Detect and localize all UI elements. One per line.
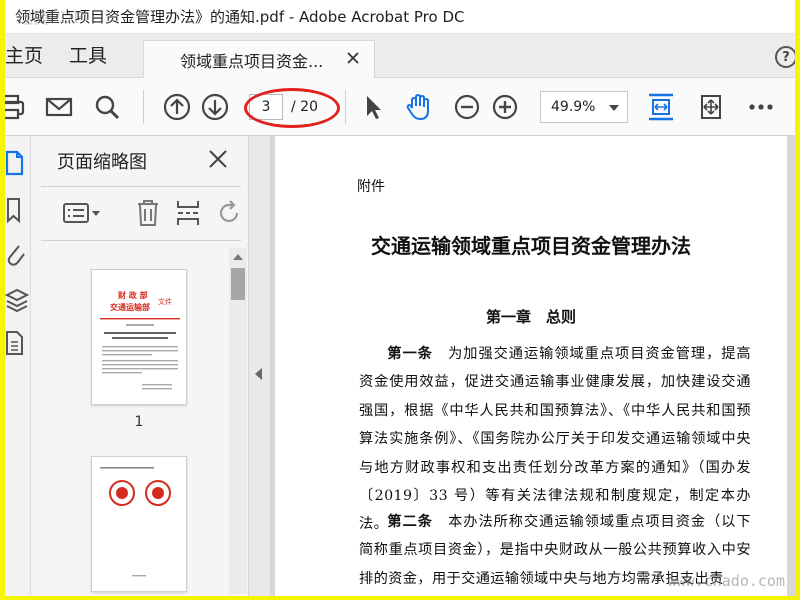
thumb1-header-line2: 交通运输部: [110, 302, 150, 312]
hand-tool-icon[interactable]: [403, 91, 435, 123]
page-thumbnail-2[interactable]: [91, 456, 187, 592]
panel-splitter[interactable]: [249, 136, 271, 596]
close-panel-icon[interactable]: [207, 148, 229, 170]
title-bar: 领域重点项目资金管理办法》的通知.pdf - Adobe Acrobat Pro…: [5, 0, 795, 34]
watermark-bottom: www.cnado.com: [667, 572, 785, 590]
layers-icon[interactable]: [5, 286, 29, 314]
tab-tools[interactable]: 工具: [69, 34, 107, 78]
acrobat-window: 领域重点项目资金管理办法》的通知.pdf - Adobe Acrobat Pro…: [5, 0, 795, 596]
zoom-in-icon[interactable]: [489, 91, 521, 123]
thumb1-header-line1: 财 政 部: [117, 290, 148, 300]
options-menu-icon: [63, 203, 100, 223]
document-properties-icon[interactable]: [5, 330, 29, 358]
search-icon[interactable]: [91, 91, 123, 123]
toolbar: 3 / 20 49.9%: [5, 78, 795, 136]
email-icon[interactable]: [43, 91, 75, 123]
zoom-select[interactable]: 49.9%: [540, 91, 628, 123]
zoom-out-icon[interactable]: [451, 91, 483, 123]
thumbnail-1-preview: 财 政 部 交通运输部 文件: [100, 290, 180, 390]
document-title: 交通运输领域重点项目资金管理办法: [371, 234, 691, 258]
full-screen-icon[interactable]: [695, 91, 727, 123]
thumbnail-scrollbar[interactable]: [229, 248, 247, 594]
tab-document[interactable]: 领域重点项目资金...: [143, 40, 375, 79]
document-tab-title: 领域重点项目资金...: [180, 52, 324, 71]
collapse-panel-icon[interactable]: [255, 368, 262, 380]
previous-page-icon[interactable]: [161, 91, 193, 123]
trash-icon: [138, 200, 158, 226]
document-view[interactable]: 附件 交通运输领域重点项目资金管理办法 第一章 总则 第一条 为加强交通运输领域…: [271, 136, 795, 596]
thumbnail-panel: 页面缩略图 财 政 部 交通运输部 文件 1: [31, 136, 249, 596]
attachment-icon[interactable]: [5, 240, 29, 268]
toolbar-divider: [143, 90, 144, 124]
tab-home[interactable]: 主页: [5, 34, 43, 78]
more-options-icon[interactable]: [745, 91, 777, 123]
left-rail: [5, 136, 31, 596]
delete-page-button[interactable]: [133, 198, 163, 228]
bookmark-icon[interactable]: [5, 196, 29, 224]
article-1-label: 第一条: [387, 346, 433, 362]
page-thumbnail-1[interactable]: 财 政 部 交通运输部 文件: [91, 269, 187, 405]
thumb1-header-suffix: 文件: [158, 297, 172, 306]
rotate-page-button[interactable]: [215, 198, 243, 228]
next-page-icon[interactable]: [199, 91, 231, 123]
watermark-top: 迅捷PDF: [17, 8, 84, 27]
annotation-ellipse: [244, 88, 340, 128]
thumbnail-2-preview: [100, 467, 171, 577]
zoom-value: 49.9%: [551, 99, 596, 115]
panel-divider: [41, 240, 241, 241]
insert-page-icon: [177, 201, 199, 225]
thumbnail-options-button[interactable]: [61, 198, 103, 228]
panel-title: 页面缩略图: [57, 152, 147, 173]
chapter-heading: 第一章 总则: [485, 308, 576, 326]
pdf-page: 附件 交通运输领域重点项目资金管理办法 第一章 总则 第一条 为加强交通运输领域…: [275, 136, 787, 596]
panel-divider: [41, 186, 241, 187]
scrollbar-thumb[interactable]: [231, 268, 245, 300]
insert-page-button[interactable]: [174, 198, 202, 228]
select-cursor-icon[interactable]: [357, 91, 389, 123]
print-icon[interactable]: [5, 91, 27, 123]
attachment-label: 附件: [357, 179, 385, 195]
tab-bar: 主页 工具 领域重点项目资金... ?: [5, 34, 795, 79]
page-thumbnails-icon[interactable]: [5, 150, 29, 178]
chevron-down-icon: [609, 105, 619, 111]
rotate-icon: [219, 200, 239, 223]
help-icon[interactable]: ?: [775, 46, 795, 68]
article-1-text: 为加强交通运输领域重点项目资金管理，提高资金使用效益，促进交通运输事业健康发展，…: [359, 346, 752, 533]
fit-width-icon[interactable]: [645, 91, 677, 123]
toolbar-divider: [345, 90, 346, 124]
article-2-label: 第二条: [387, 514, 433, 530]
thumbnail-1-page-number: 1: [134, 414, 144, 430]
close-tab-icon[interactable]: [344, 49, 362, 67]
scroll-up-icon[interactable]: [233, 254, 243, 260]
